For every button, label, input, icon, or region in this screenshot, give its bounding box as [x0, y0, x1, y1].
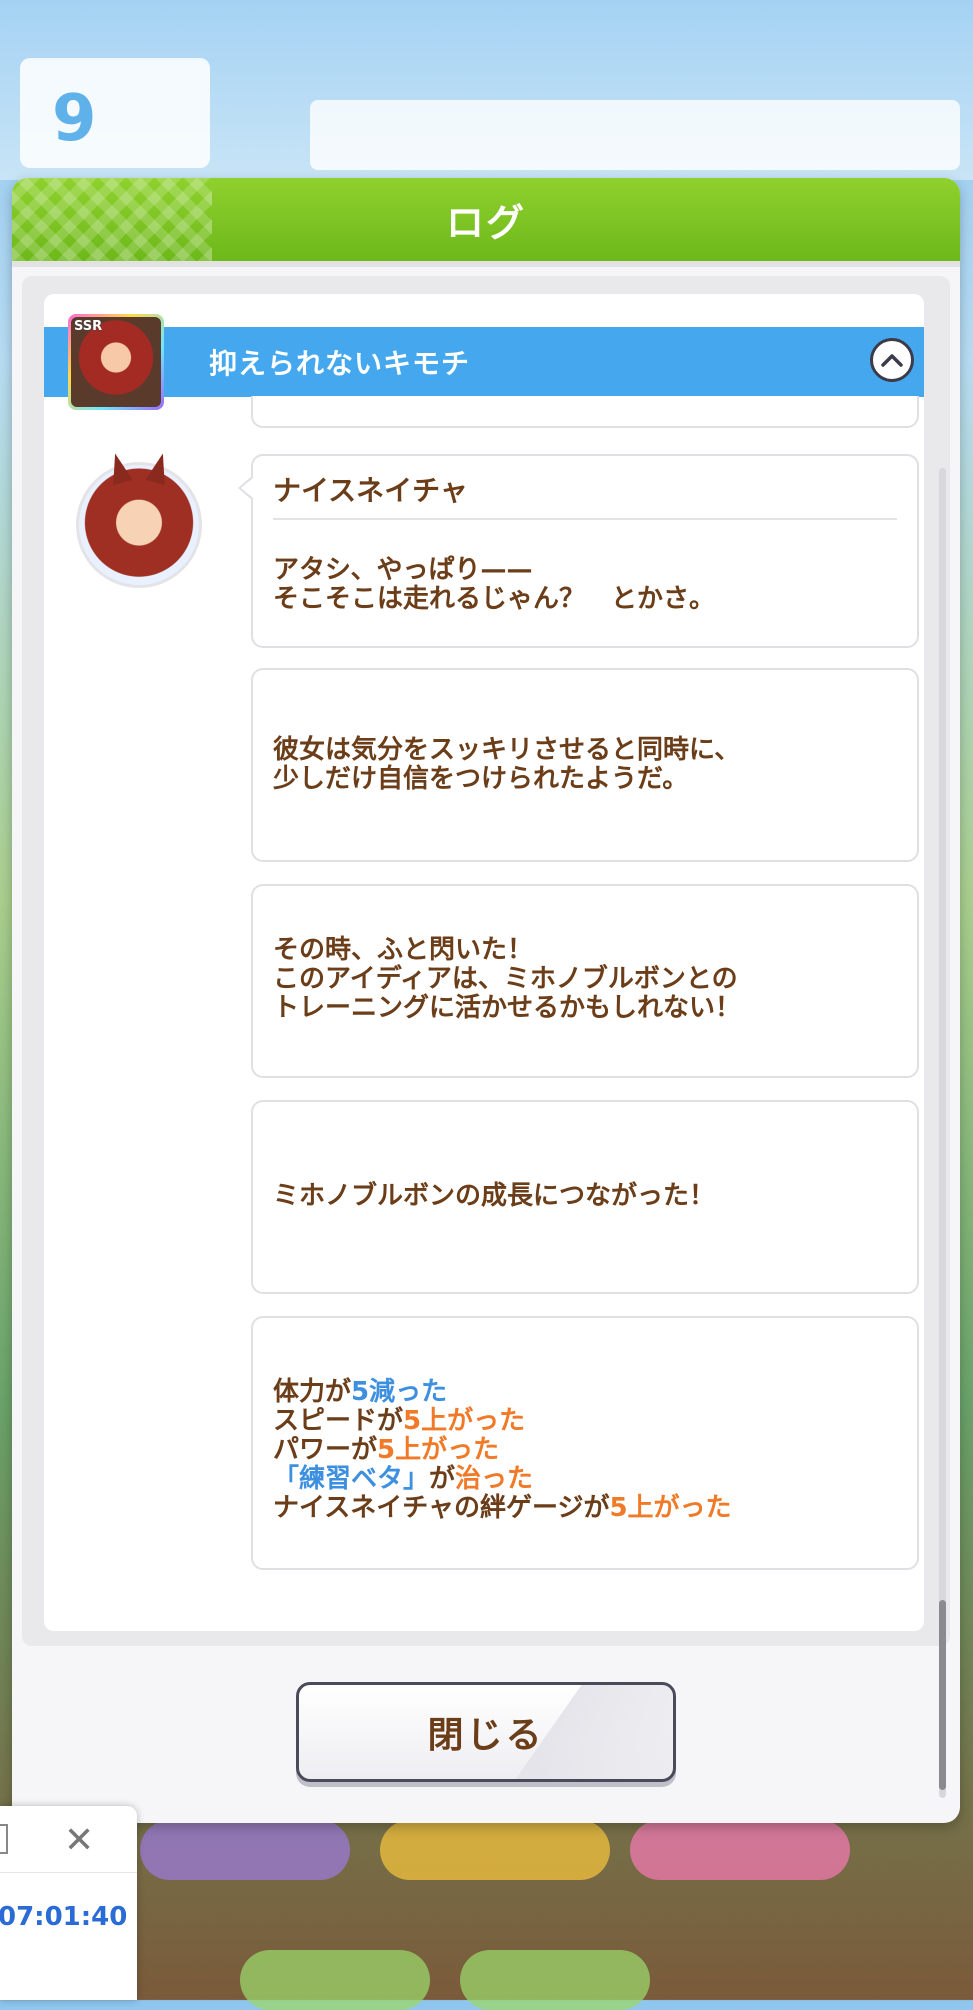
background-turn-box — [20, 58, 210, 168]
close-icon[interactable]: ✕ — [64, 1820, 94, 1861]
scrollbar-thumb[interactable] — [939, 1600, 946, 1790]
narration-bubble: ミホノブルボンの成長につながった！ — [251, 1100, 919, 1294]
narration-line: 彼女は気分をスッキリさせると同時に、 — [273, 735, 741, 765]
window-icon[interactable] — [0, 1824, 8, 1854]
support-card-portrait: SSR — [71, 317, 161, 407]
collapse-button[interactable] — [870, 338, 914, 382]
chevron-up-icon — [881, 354, 903, 367]
background-info-bar — [310, 100, 960, 170]
speaker-divider — [273, 518, 897, 520]
dialog-header: ログ — [12, 178, 960, 267]
narration-line: トレーニングに活かせるかもしれない！ — [273, 993, 742, 1023]
dialogue-line: そこそこは走れるじゃん？ とかさ。 — [273, 584, 716, 614]
previous-log-bubble — [251, 396, 919, 428]
bubble-pointer — [238, 476, 253, 500]
close-button[interactable]: 閉じる — [296, 1682, 676, 1782]
timer-readout: 07:01:40 — [0, 1902, 128, 1932]
floating-timer-window: ✕ 07:01:40 — [0, 1806, 137, 2000]
rarity-badge: SSR — [74, 319, 103, 334]
log-panel: 抑えられないキモチ SSR ナイスネイチャ アタシ、やっぱり—— そこそこは走れ… — [22, 276, 950, 1646]
dialogue-line: アタシ、やっぱり—— — [273, 555, 533, 585]
dialogue-bubble: ナイスネイチャ アタシ、やっぱり—— そこそこは走れるじゃん？ とかさ。 — [238, 454, 919, 648]
support-card-thumbnail: SSR — [68, 314, 164, 410]
narration-line: その時、ふと閃いた！ — [273, 935, 534, 965]
dialog-title: ログ — [445, 201, 526, 245]
background-menu-buttons — [120, 1820, 973, 2010]
result-stamina: 体力が5減った — [273, 1377, 448, 1407]
log-dialog: ログ 抑えられないキモチ SSR ナイスネイチャ アタシ、やっぱり—— そこそこ… — [12, 178, 960, 1823]
speaker-name: ナイスネイチャ — [273, 474, 468, 507]
narration-line: ミホノブルボンの成長につながった！ — [273, 1181, 716, 1211]
event-title: 抑えられないキモチ — [209, 347, 471, 380]
overlay-toolbar: ✕ — [0, 1806, 137, 1873]
log-scrollbar[interactable] — [939, 468, 946, 1798]
result-status: 「練習ベタ」が治った — [273, 1464, 534, 1494]
result-bond: ナイスネイチャの絆ゲージが5上がった — [273, 1493, 732, 1523]
event-header[interactable]: 抑えられないキモチ — [44, 327, 924, 397]
close-button-label: 閉じる — [427, 1715, 545, 1756]
result-power: パワーが5上がった — [273, 1435, 500, 1465]
narration-bubble: その時、ふと閃いた！ このアイディアは、ミホノブルボンとの トレーニングに活かせ… — [251, 884, 919, 1078]
narration-bubble: 彼女は気分をスッキリさせると同時に、 少しだけ自信をつけられたようだ。 — [251, 668, 919, 862]
narration-line: このアイディアは、ミホノブルボンとの — [273, 964, 738, 994]
result-speed: スピードが5上がった — [273, 1406, 526, 1436]
narration-line: 少しだけ自信をつけられたようだ。 — [273, 764, 689, 794]
character-avatar — [76, 462, 202, 588]
background-turn-number: 9 — [52, 82, 97, 156]
results-bubble: 体力が5減った スピードが5上がった パワーが5上がった 「練習ベタ」が治った … — [251, 1316, 919, 1570]
log-scroll-area[interactable]: 抑えられないキモチ SSR ナイスネイチャ アタシ、やっぱり—— そこそこは走れ… — [44, 294, 924, 1631]
